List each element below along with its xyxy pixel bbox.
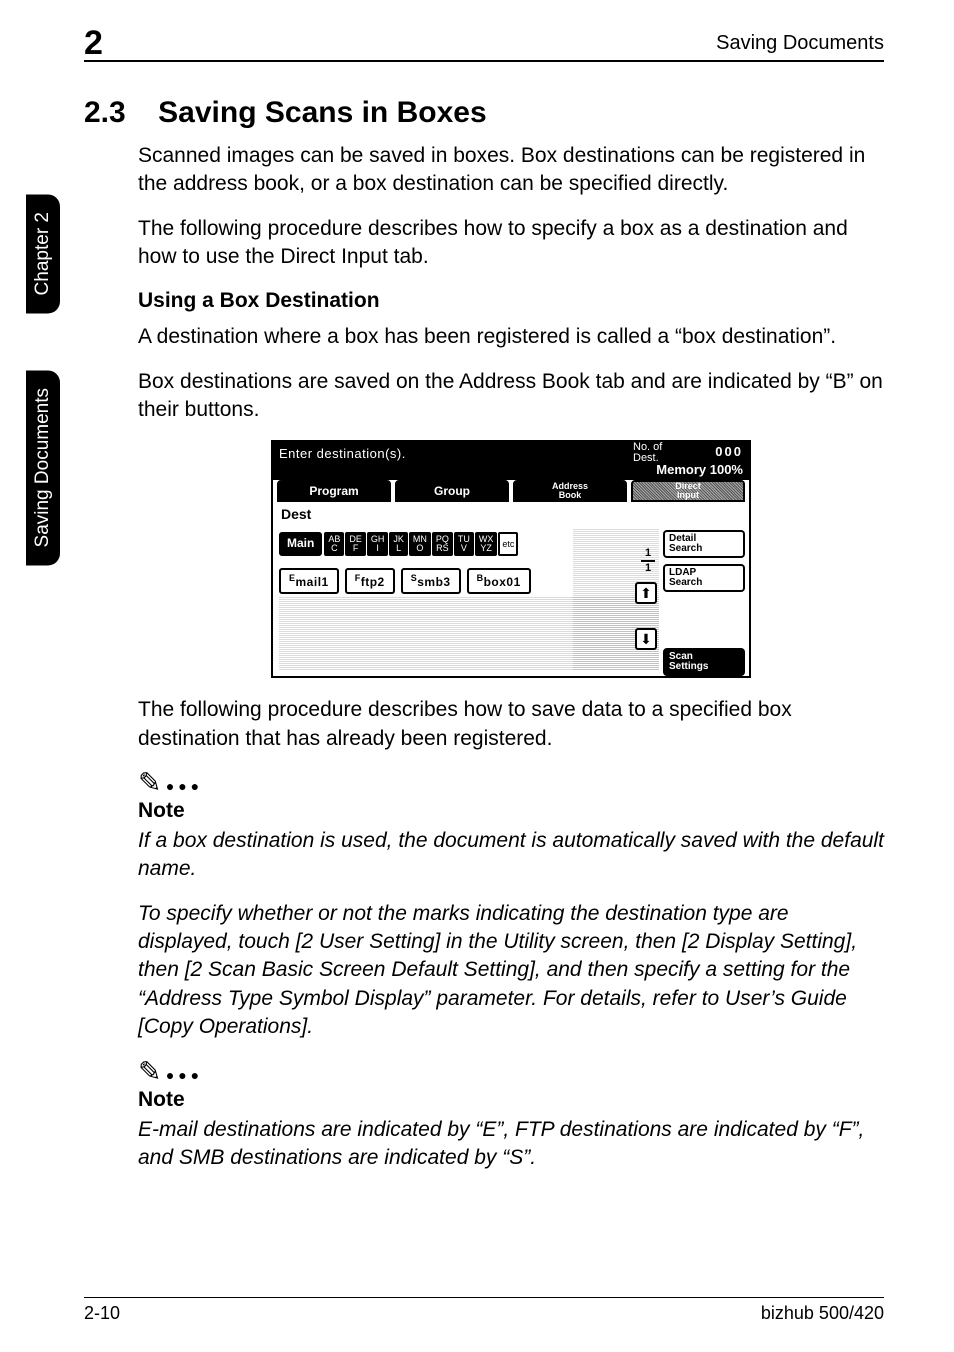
lcd-tab-program[interactable]: Program (277, 480, 391, 502)
lcd-frac-top: 1 (641, 548, 655, 559)
note-dots-icon: ● ● ● (166, 779, 199, 797)
lcd-alpha-mno[interactable]: MNO (409, 532, 431, 556)
lcd-side-buttons: Detail Search LDAP Search Scan Settings (663, 530, 745, 676)
lcd-alpha-ghi[interactable]: GHI (367, 532, 389, 556)
lcd-scroll-down-button[interactable]: ⬇ (635, 628, 657, 650)
lcd-scan-b: Settings (669, 662, 739, 672)
lcd-tab-addr-b: Book (552, 491, 588, 500)
note-paragraph: To specify whether or not the marks indi… (138, 900, 884, 1042)
lcd-alpha-def[interactable]: DEF (345, 532, 366, 556)
lcd-ldap-search-button[interactable]: LDAP Search (663, 564, 745, 592)
lcd-scroll-arrows: ⬆ ⬇ (635, 582, 657, 650)
lcd-dest-count-label: No. of Dest. (633, 442, 689, 464)
lcd-tab-direct-b: Input (675, 491, 701, 500)
lcd-ldap-b: Search (669, 578, 739, 588)
note-dots-icon: ● ● ● (166, 1068, 199, 1086)
lcd-destination-buttons: Email1 Fftp2 Ssmb3 Bbox01 (279, 568, 531, 594)
paragraph: Scanned images can be saved in boxes. Bo… (138, 142, 884, 199)
note-label: Note (138, 799, 884, 823)
lcd-count-number: 000 (715, 444, 743, 459)
lcd-dest-smb3[interactable]: Ssmb3 (401, 568, 461, 594)
paragraph: The following procedure describes how to… (138, 696, 884, 753)
lcd-dest-ftp2[interactable]: Fftp2 (345, 568, 395, 594)
lcd-alpha-abc[interactable]: ABC (324, 532, 344, 556)
lcd-alpha-pqrs[interactable]: PQRS (432, 532, 453, 556)
note-paragraph: If a box destination is used, the docume… (138, 827, 884, 884)
lcd-hatch (279, 596, 659, 670)
paragraph: The following procedure describes how to… (138, 215, 884, 272)
device-lcd-screenshot: Enter destination(s). No. of Dest. 000 M… (271, 440, 751, 678)
lcd-frac-bot: 1 (641, 563, 655, 574)
arrow-down-icon: ⬇ (640, 631, 652, 648)
note-icon: ✎ (138, 767, 161, 798)
lcd-alpha-jkl[interactable]: JKL (389, 532, 408, 556)
footer-rule (84, 1297, 884, 1298)
running-header: Saving Documents (716, 32, 884, 55)
note-paragraph: E-mail destinations are indicated by “E”… (138, 1116, 884, 1173)
lcd-scroll-up-button[interactable]: ⬆ (635, 582, 657, 604)
side-tab-chapter: Chapter 2 (26, 194, 60, 313)
lcd-dest-mail1[interactable]: Email1 (279, 568, 339, 594)
footer-page-number: 2-10 (84, 1303, 120, 1324)
chapter-number-badge: 2 (84, 24, 103, 63)
lcd-detail-search-button[interactable]: Detail Search (663, 530, 745, 558)
paragraph: A destination where a box has been regis… (138, 323, 884, 351)
subheading: Using a Box Destination (138, 289, 884, 313)
lcd-alpha-etc[interactable]: etc (498, 532, 518, 556)
side-tab-section: Saving Documents (26, 370, 60, 565)
arrow-up-icon: ⬆ (640, 585, 652, 602)
lcd-alpha-tuv[interactable]: TUV (454, 532, 474, 556)
lcd-main-button[interactable]: Main (279, 532, 322, 556)
lcd-main-row: Main ABC DEF GHI JKL MNO PQRS TUV WXYZ e… (279, 532, 519, 556)
lcd-tab-directinput[interactable]: Direct Input (631, 480, 745, 502)
note-label: Note (138, 1088, 884, 1112)
section-number: 2.3 (84, 96, 126, 130)
lcd-page-fraction: 1 1 (641, 548, 655, 574)
lcd-scan-settings-button[interactable]: Scan Settings (663, 648, 745, 676)
lcd-tab-group[interactable]: Group (395, 480, 509, 502)
lcd-prompt: Enter destination(s). (279, 446, 406, 461)
lcd-memory: Memory 100% (656, 462, 743, 477)
section-title: Saving Scans in Boxes (158, 96, 486, 130)
header-rule (84, 60, 884, 62)
note-icon: ✎ (138, 1056, 161, 1087)
paragraph: Box destinations are saved on the Addres… (138, 368, 884, 425)
lcd-dest-label: Dest (281, 506, 311, 522)
lcd-tab-row: Program Group Address Book Direct Input (277, 480, 745, 502)
lcd-tab-addressbook[interactable]: Address Book (513, 480, 627, 502)
lcd-alpha-wxyz[interactable]: WXYZ (475, 532, 498, 556)
footer-model: bizhub 500/420 (761, 1303, 884, 1324)
lcd-detail-b: Search (669, 544, 739, 554)
lcd-dest-box01[interactable]: Bbox01 (467, 568, 531, 594)
